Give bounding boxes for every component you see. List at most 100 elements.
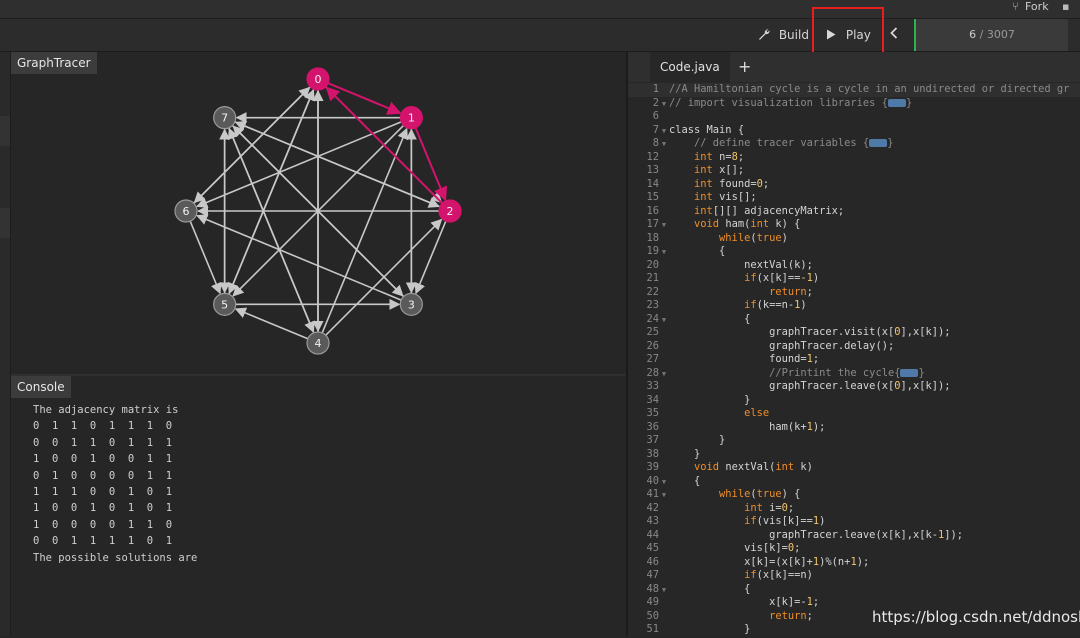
line-number: 1 [652, 83, 659, 95]
line-number: 23 [646, 299, 659, 311]
code-token: if [744, 569, 757, 581]
line-number: 2 [652, 96, 659, 109]
code-token: int [694, 204, 713, 217]
code-editor: Code.java + 1 //A Hamiltonian cycle is a … [628, 52, 1080, 636]
graph-node-label: 0 [315, 73, 322, 86]
code-line: 23 if(k==n-1) [628, 299, 1080, 313]
code-token: int [744, 501, 763, 514]
build-button[interactable]: Build [758, 19, 809, 51]
fold-arrow-icon[interactable]: ▼ [659, 125, 669, 139]
prev-step-button[interactable] [890, 19, 898, 51]
code-token: true [756, 231, 782, 244]
code-token: ],x[k]); [900, 326, 951, 338]
code-token: // import visualization libraries { [669, 96, 888, 109]
graph-edge-highlighted [414, 127, 448, 202]
line-number: 42 [646, 501, 659, 514]
code-line: 36 ham(k+1); [628, 421, 1080, 435]
line-number: 43 [646, 515, 659, 527]
folded-region-icon[interactable] [869, 139, 888, 147]
fold-arrow-icon[interactable]: ▼ [659, 314, 669, 328]
code-token: ); [812, 420, 826, 433]
code-line: 16 int[][] adjacencyMatrix; [628, 205, 1080, 219]
line-number: 6 [652, 110, 659, 122]
code-token: found= [712, 177, 757, 190]
step-progress-bar[interactable]: 6 / 3007 [914, 19, 1068, 51]
code-token: n= [712, 150, 732, 163]
code-token: x[k]=- [669, 596, 807, 608]
tab-code-java[interactable]: Code.java [650, 52, 730, 82]
console-line: 0 0 1 1 0 1 1 1 [33, 436, 173, 449]
line-number: 44 [646, 528, 659, 541]
code-token: void [694, 461, 720, 473]
graph-edge [234, 121, 440, 208]
code-token: graphTracer.leave(x[k],x[k- [669, 528, 938, 541]
line-number: 8 [652, 137, 659, 149]
code-token: int [775, 461, 795, 473]
fold-arrow-icon[interactable]: ▼ [659, 489, 669, 503]
line-number: 24 [646, 312, 659, 325]
code-token: if [744, 299, 757, 311]
folded-region-icon[interactable] [887, 98, 906, 107]
code-token: ham(k+ [669, 420, 807, 433]
line-number: 26 [646, 339, 659, 352]
code-token: return [769, 609, 807, 622]
code-token: i= [762, 501, 782, 514]
graph-canvas: 0 1 2 3 4 5 6 7 [174, 67, 462, 355]
console-line: 0 1 0 0 0 0 1 1 [33, 469, 173, 482]
code-line: 28 ▼ //Printint the cycle{} [628, 367, 1080, 381]
code-line: 6 [628, 110, 1080, 124]
code-area[interactable]: 1 //A Hamiltonian cycle is a cycle in an … [628, 83, 1080, 636]
line-number: 46 [646, 555, 659, 568]
code-line: 1 //A Hamiltonian cycle is a cycle in an … [628, 83, 1080, 97]
code-token: { [669, 582, 751, 595]
fold-arrow-icon[interactable]: ▼ [659, 368, 669, 382]
build-label: Build [778, 28, 809, 42]
console-line: 0 0 1 1 1 1 0 1 [33, 535, 173, 548]
line-number: 20 [646, 258, 659, 271]
graph-node-label: 1 [408, 112, 415, 125]
graph-edge [234, 307, 309, 340]
code-token: ],x[k]); [900, 380, 951, 392]
code-line: 22 return; [628, 286, 1080, 300]
share-icon[interactable]: ▪ [1062, 0, 1069, 14]
fold-arrow-icon[interactable]: ▼ [659, 476, 669, 490]
folded-region-icon[interactable] [900, 368, 919, 377]
code-token: ; [812, 353, 820, 365]
code-line: 18 while(true) [628, 232, 1080, 246]
fork-button[interactable]: ⑂ Fork [1012, 0, 1049, 14]
graph-tracer-panel: GraphTracer 01234567 [11, 52, 625, 372]
fold-arrow-icon[interactable]: ▼ [659, 138, 669, 152]
code-token: } [669, 434, 726, 446]
code-token: true [756, 488, 782, 500]
fold-arrow-icon[interactable]: ▼ [659, 219, 669, 233]
line-number: 35 [646, 407, 659, 419]
console-line: 1 0 0 1 0 1 0 1 [33, 502, 173, 515]
code-token: graphTracer.delay(); [669, 339, 895, 352]
console-line: 1 1 1 0 0 1 0 1 [33, 486, 173, 499]
line-number: 47 [646, 569, 659, 581]
code-token: graphTracer.visit(x[ [669, 326, 895, 338]
code-token: void [694, 218, 720, 230]
console-line: 1 0 0 1 0 0 1 1 [33, 453, 173, 466]
add-tab-button[interactable]: + [738, 52, 751, 82]
line-number: 50 [646, 609, 659, 622]
fold-arrow-icon[interactable]: ▼ [659, 584, 669, 598]
fold-arrow-icon[interactable]: ▼ [659, 246, 669, 260]
code-token: } [669, 623, 751, 635]
console-line: The possible solutions are [33, 551, 198, 564]
fold-arrow-icon[interactable]: ▼ [659, 98, 669, 112]
code-line: 34 } [628, 394, 1080, 408]
top-bar: ⑂ Fork ▪ [0, 0, 1080, 19]
console-line: 0 1 1 0 1 1 1 0 [33, 420, 173, 433]
watermark: https://blog.csdn.net/ddnosh [872, 608, 1080, 626]
code-token: ; [806, 609, 813, 622]
code-line: 44 graphTracer.leave(x[k],x[k-1]); [628, 529, 1080, 543]
code-token: ; [794, 542, 801, 554]
graph-edge [189, 220, 222, 295]
code-token: ) [812, 272, 820, 284]
